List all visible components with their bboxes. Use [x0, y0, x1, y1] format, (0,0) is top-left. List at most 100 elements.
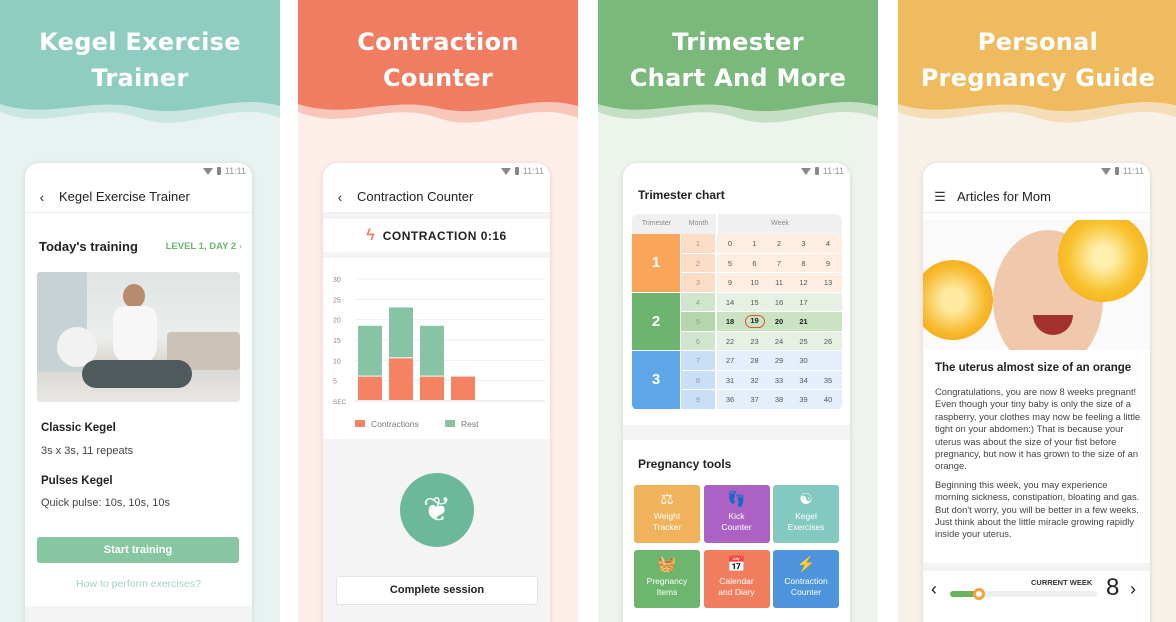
week-cell[interactable]: 31: [720, 374, 740, 387]
tool-label: and Diary: [718, 587, 755, 597]
month-cell: 9: [681, 390, 715, 409]
week-cell[interactable]: 30: [794, 354, 814, 367]
week-cell[interactable]: 8: [794, 257, 814, 270]
wifi-icon: [1100, 167, 1111, 175]
app-bar: ‹ Kegel Exercise Trainer: [25, 181, 252, 213]
week-cell[interactable]: 0: [720, 237, 740, 250]
week-cell[interactable]: 21: [794, 315, 814, 328]
month-cell: 3: [681, 273, 715, 292]
week-cell[interactable]: 16: [769, 296, 789, 309]
help-link[interactable]: How to perform exercises?: [25, 578, 252, 590]
week-cell[interactable]: 6: [745, 257, 765, 270]
menu-icon[interactable]: ☰: [923, 189, 957, 205]
month-cell: 1: [681, 234, 715, 253]
week-cell[interactable]: 17: [794, 296, 814, 309]
meditation-icon: ☯: [799, 491, 813, 508]
week-cell[interactable]: 22: [720, 335, 740, 348]
tool-tile[interactable]: 👣 Kick Counter: [703, 485, 770, 543]
complete-session-button[interactable]: Complete session: [336, 576, 538, 605]
back-icon[interactable]: ‹: [323, 189, 357, 205]
tool-tile[interactable]: ⚖ Weight Tracker: [634, 485, 700, 543]
tool-label: Exercises: [787, 522, 825, 532]
week-cell[interactable]: 10: [745, 276, 765, 289]
week-cell[interactable]: 12: [794, 276, 814, 289]
bar-rest: [358, 325, 382, 376]
panel-guide: Personal Pregnancy Guide 11:11 ☰ Articles …: [898, 0, 1176, 622]
week-cell[interactable]: 27: [720, 354, 740, 367]
panel-title: Kegel Exercise Trainer: [0, 24, 280, 96]
week-slider-thumb[interactable]: [973, 588, 986, 600]
week-cell[interactable]: 29: [769, 354, 789, 367]
article-image: [923, 220, 1150, 350]
tool-tile[interactable]: 📅 Calendar and Diary: [703, 550, 770, 608]
week-cell[interactable]: 26: [818, 335, 838, 348]
week-cell[interactable]: 40: [818, 393, 838, 406]
status-time: 11:11: [822, 166, 844, 176]
week-cell[interactable]: 13: [818, 276, 838, 289]
lightning-icon: ⚡: [796, 556, 816, 573]
week-cell[interactable]: 7: [769, 257, 789, 270]
tool-tile[interactable]: 🧺 Pregnancy Items: [634, 550, 700, 608]
week-cell[interactable]: 5: [720, 257, 740, 270]
week-cell[interactable]: 35: [818, 374, 838, 387]
tool-label: Contraction: [784, 576, 828, 586]
week-cell[interactable]: 39: [794, 393, 814, 406]
week-cell[interactable]: 15: [745, 296, 765, 309]
status-bar: 11:11: [800, 166, 844, 176]
week-cell[interactable]: 36: [720, 393, 740, 406]
exercise-name: Pulses Kegel: [41, 475, 113, 487]
wifi-icon: [202, 167, 213, 175]
week-cell[interactable]: 3: [794, 237, 814, 250]
week-cell[interactable]: 37: [745, 393, 765, 406]
next-week-icon[interactable]: ›: [1130, 579, 1136, 600]
current-week-number: 8: [1106, 574, 1120, 601]
week-cell[interactable]: 1: [745, 237, 765, 250]
week-cell[interactable]: 38: [769, 393, 789, 406]
y-tick-label: 30: [333, 277, 341, 284]
tools-title: Pregnancy tools: [638, 457, 732, 471]
article-title: The uterus almost size of an orange: [935, 362, 1132, 374]
level-link-label: LEVEL 1, DAY 2: [165, 241, 237, 252]
week-cell[interactable]: 14: [720, 296, 740, 309]
week-cell[interactable]: 34: [794, 374, 814, 387]
leaf-icon[interactable]: ❦: [400, 473, 474, 547]
current-week-cell[interactable]: 19: [744, 315, 765, 328]
panel-title: Contraction Counter: [298, 24, 578, 96]
week-cell[interactable]: 25: [794, 335, 814, 348]
header-cell: Week: [716, 214, 842, 234]
tool-label: Counter: [790, 587, 822, 597]
week-cell[interactable]: 18: [720, 315, 740, 328]
week-cell[interactable]: 4: [818, 237, 838, 250]
timer-row: ϟ CONTRACTION 0:16: [323, 219, 550, 252]
start-training-button[interactable]: Start training: [37, 537, 239, 563]
week-cell[interactable]: 9: [720, 276, 740, 289]
divider: [623, 425, 850, 440]
week-cell[interactable]: 33: [769, 374, 789, 387]
phone-kegel: 11:11 ‹ Kegel Exercise Trainer Today's tr…: [25, 163, 252, 622]
status-time: 11:11: [1122, 166, 1144, 176]
week-cell[interactable]: 2: [769, 237, 789, 250]
tool-label: Tracker: [652, 522, 682, 532]
week-cell[interactable]: 11: [769, 276, 789, 289]
tool-tile[interactable]: ⚡ Contraction Counter: [773, 550, 839, 608]
foot-icon: 👣: [727, 491, 746, 508]
week-cell[interactable]: 9: [818, 257, 838, 270]
bar-contractions: [358, 376, 382, 400]
y-tick-label: 20: [333, 318, 341, 325]
month-cell: 5: [681, 312, 715, 331]
week-cell[interactable]: 28: [745, 354, 765, 367]
week-cell[interactable]: 20: [769, 315, 789, 328]
week-cell[interactable]: 24: [769, 335, 789, 348]
tool-tile[interactable]: ☯ Kegel Exercises: [773, 485, 839, 543]
status-time: 11:11: [224, 166, 246, 176]
month-cell: 4: [681, 292, 715, 311]
level-link[interactable]: LEVEL 1, DAY 2 ›: [166, 241, 242, 252]
back-icon[interactable]: ‹: [25, 189, 59, 205]
section-title: Today's training: [39, 239, 138, 254]
phone-trimester: 11:11 Trimester chart Trimester Month We…: [623, 163, 850, 622]
prev-week-icon[interactable]: ‹: [931, 579, 937, 600]
week-cell[interactable]: 32: [745, 374, 765, 387]
header-cell: Trimester: [641, 220, 672, 227]
week-cell[interactable]: 23: [745, 335, 765, 348]
week-slider[interactable]: [950, 588, 1097, 600]
